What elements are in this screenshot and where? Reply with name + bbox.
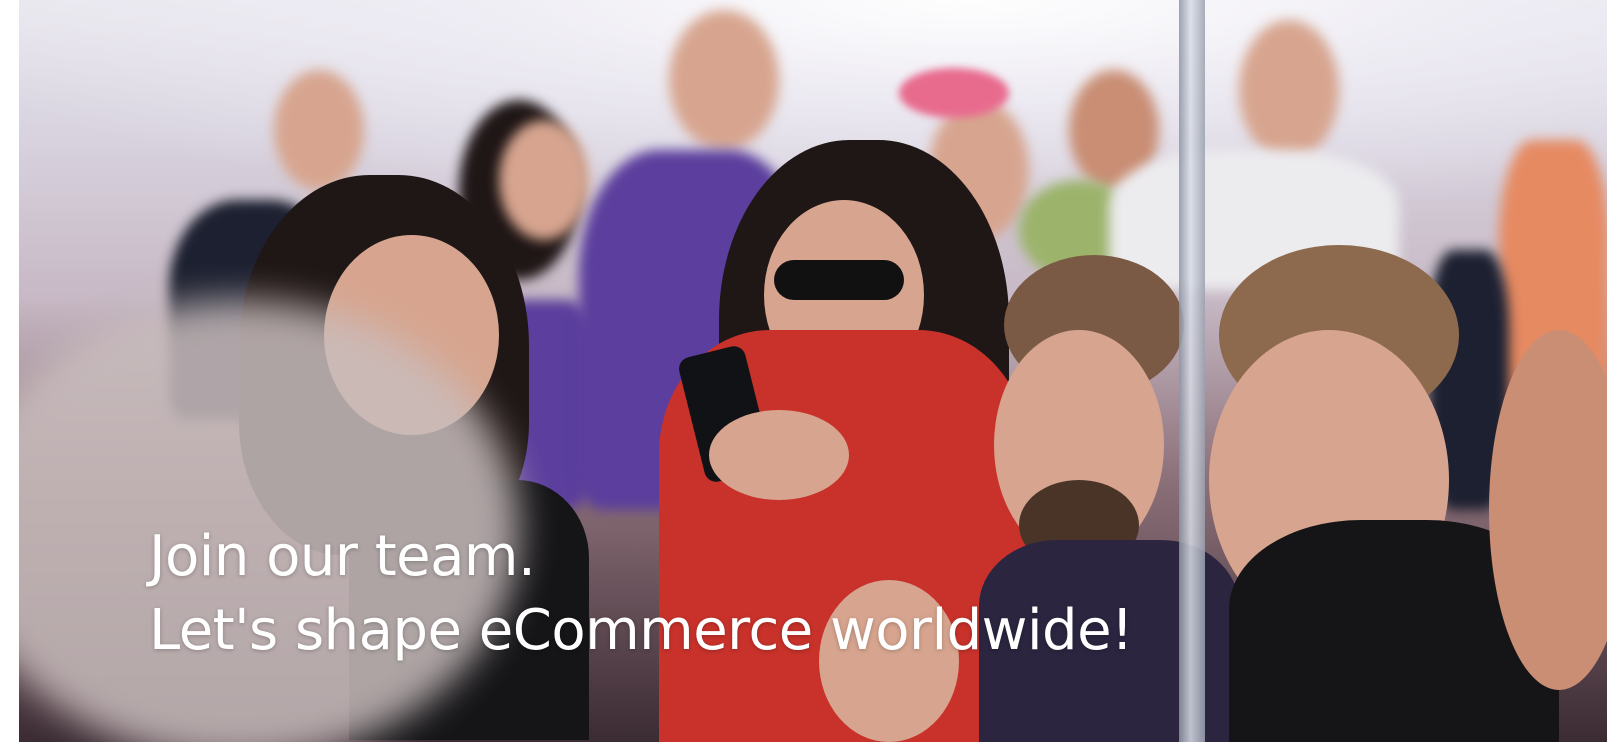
tent-pole — [1179, 0, 1205, 742]
person-tall-face — [669, 10, 779, 150]
page: Join our team. Let's shape eCommerce wor… — [0, 0, 1607, 742]
sunglasses-icon — [774, 260, 904, 300]
woman-hands — [709, 410, 849, 500]
person-back-left-face — [274, 70, 364, 190]
hero-headline: Join our team. Let's shape eCommerce wor… — [149, 520, 1134, 668]
left-gutter — [0, 0, 19, 742]
flower-crown — [899, 68, 1009, 118]
person-white-shirt-face — [1239, 20, 1339, 160]
person-back-face — [499, 120, 589, 240]
headline-line-1: Join our team. — [149, 524, 536, 589]
headline-line-2: Let's shape eCommerce worldwide! — [149, 598, 1134, 663]
hero-banner: Join our team. Let's shape eCommerce wor… — [19, 0, 1607, 742]
